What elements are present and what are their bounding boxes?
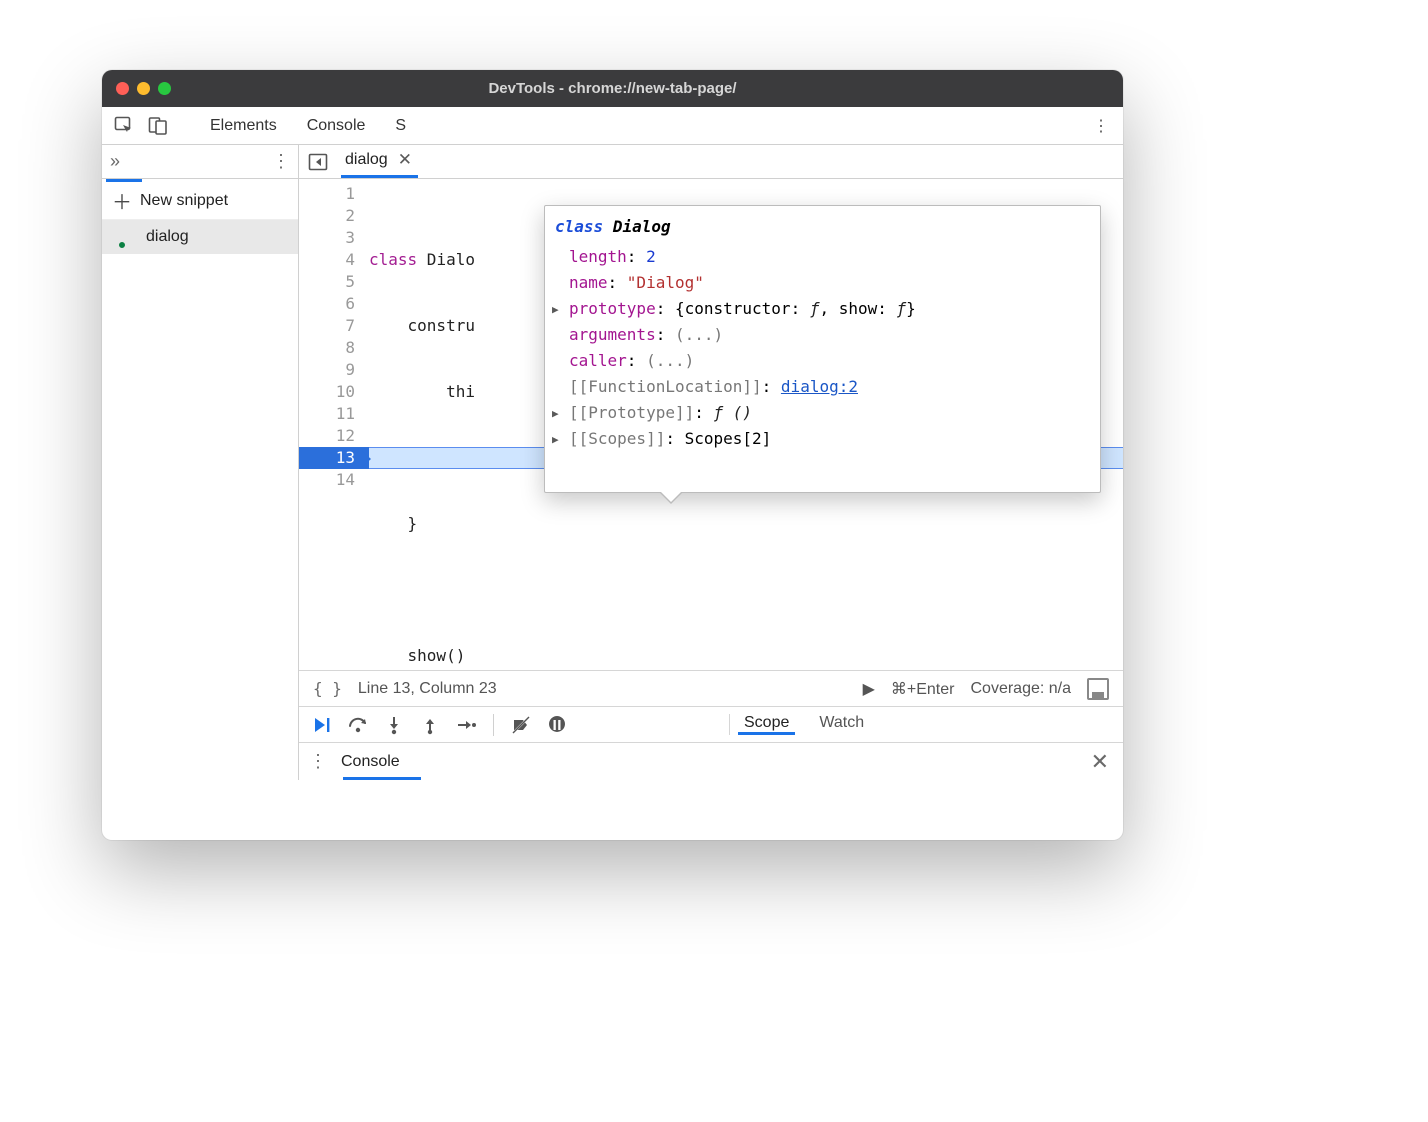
popup-row-prototype-internal[interactable]: [[Prototype]]: ƒ () <box>555 400 1090 426</box>
toolbar-separator <box>493 714 494 736</box>
editor-tabbar: dialog ✕ <box>299 145 1123 179</box>
traffic-lights <box>116 82 171 95</box>
snippet-file-item[interactable]: dialog <box>102 220 298 254</box>
pretty-print-icon[interactable]: { } <box>313 679 342 698</box>
sources-sidebar: » ⋮ ＋ New snippet dialog <box>102 145 299 780</box>
object-preview-popup: class Dialog length: 2 name: "Dialog" pr… <box>544 205 1101 493</box>
debugger-controls <box>299 712 729 738</box>
coverage-label: Coverage: n/a <box>970 680 1071 698</box>
popup-row-prototype[interactable]: prototype: {constructor: ƒ, show: ƒ} <box>555 296 1090 322</box>
editor-column: dialog ✕ 1234567891011121314 class Dialo… <box>299 145 1123 780</box>
snippet-file-name: dialog <box>146 228 189 246</box>
close-tab-icon[interactable]: ✕ <box>398 150 412 170</box>
editor-status-bar: { } Line 13, Column 23 ▶ ⌘+Enter Coverag… <box>299 670 1123 706</box>
show-coverage-icon[interactable] <box>1087 678 1109 700</box>
debugger-side-tabs: Scope Watch <box>729 714 1123 735</box>
window-titlebar: DevTools - chrome://new-tab-page/ <box>102 70 1123 107</box>
run-snippet-icon[interactable]: ▶ <box>863 679 875 699</box>
popup-row-length: length: 2 <box>555 244 1090 270</box>
console-tab[interactable]: Console <box>341 753 400 771</box>
new-snippet-button[interactable]: ＋ New snippet <box>102 182 298 220</box>
sidebar-overflow-icon[interactable]: » <box>110 151 120 172</box>
popup-row-scopes[interactable]: [[Scopes]]: Scopes[2] <box>555 426 1090 452</box>
plus-icon: ＋ <box>112 186 132 215</box>
step-out-button[interactable] <box>417 712 443 738</box>
step-into-button[interactable] <box>381 712 407 738</box>
more-menu-icon[interactable]: ⋮ <box>1087 112 1115 140</box>
execution-arrow-icon <box>362 451 371 467</box>
sidebar-header: » ⋮ <box>102 145 298 179</box>
pause-on-exceptions-button[interactable] <box>544 712 570 738</box>
window-title: DevTools - chrome://new-tab-page/ <box>102 80 1123 97</box>
snippet-file-icon <box>120 227 136 247</box>
close-window-button[interactable] <box>116 82 129 95</box>
tab-sources[interactable]: S <box>383 107 418 144</box>
line-gutter: 1234567891011121314 <box>299 179 369 670</box>
popup-row-function-location: [[FunctionLocation]]: dialog:2 <box>555 374 1090 400</box>
function-location-link[interactable]: dialog:2 <box>781 377 858 396</box>
step-over-button[interactable] <box>345 712 371 738</box>
popup-row-arguments[interactable]: arguments: (...) <box>555 322 1090 348</box>
inspect-element-icon[interactable] <box>110 112 138 140</box>
tab-watch[interactable]: Watch <box>813 714 870 735</box>
main-area: » ⋮ ＋ New snippet dialog dialog ✕ <box>102 145 1123 780</box>
maximize-window-button[interactable] <box>158 82 171 95</box>
close-drawer-icon[interactable]: ✕ <box>1091 749 1109 775</box>
console-menu-icon[interactable]: ⋮ <box>309 751 327 772</box>
minimize-window-button[interactable] <box>137 82 150 95</box>
cursor-position: Line 13, Column 23 <box>358 680 497 698</box>
editor-file-tab-label: dialog <box>345 151 388 169</box>
run-shortcut-label: ⌘+Enter <box>891 679 955 699</box>
new-snippet-label: New snippet <box>140 192 228 210</box>
sidebar-menu-icon[interactable]: ⋮ <box>272 151 290 172</box>
popup-row-caller[interactable]: caller: (...) <box>555 348 1090 374</box>
step-button[interactable] <box>453 712 479 738</box>
device-toolbar-icon[interactable] <box>144 112 172 140</box>
console-drawer: ⋮ Console ✕ <box>299 742 1123 780</box>
tab-console[interactable]: Console <box>295 107 378 144</box>
tab-scope[interactable]: Scope <box>738 714 795 735</box>
tab-elements[interactable]: Elements <box>198 107 289 144</box>
popup-row-name: name: "Dialog" <box>555 270 1090 296</box>
toggle-navigator-icon[interactable] <box>307 151 329 173</box>
editor-file-tab[interactable]: dialog ✕ <box>341 145 418 178</box>
popup-header: class Dialog <box>555 214 1090 240</box>
deactivate-breakpoints-button[interactable] <box>508 712 534 738</box>
debugger-toolbar: Scope Watch <box>299 706 1123 742</box>
devtools-window: DevTools - chrome://new-tab-page/ Elemen… <box>102 70 1123 840</box>
resume-button[interactable] <box>309 712 335 738</box>
panel-tabstrip: Elements Console S ⋮ <box>102 107 1123 145</box>
